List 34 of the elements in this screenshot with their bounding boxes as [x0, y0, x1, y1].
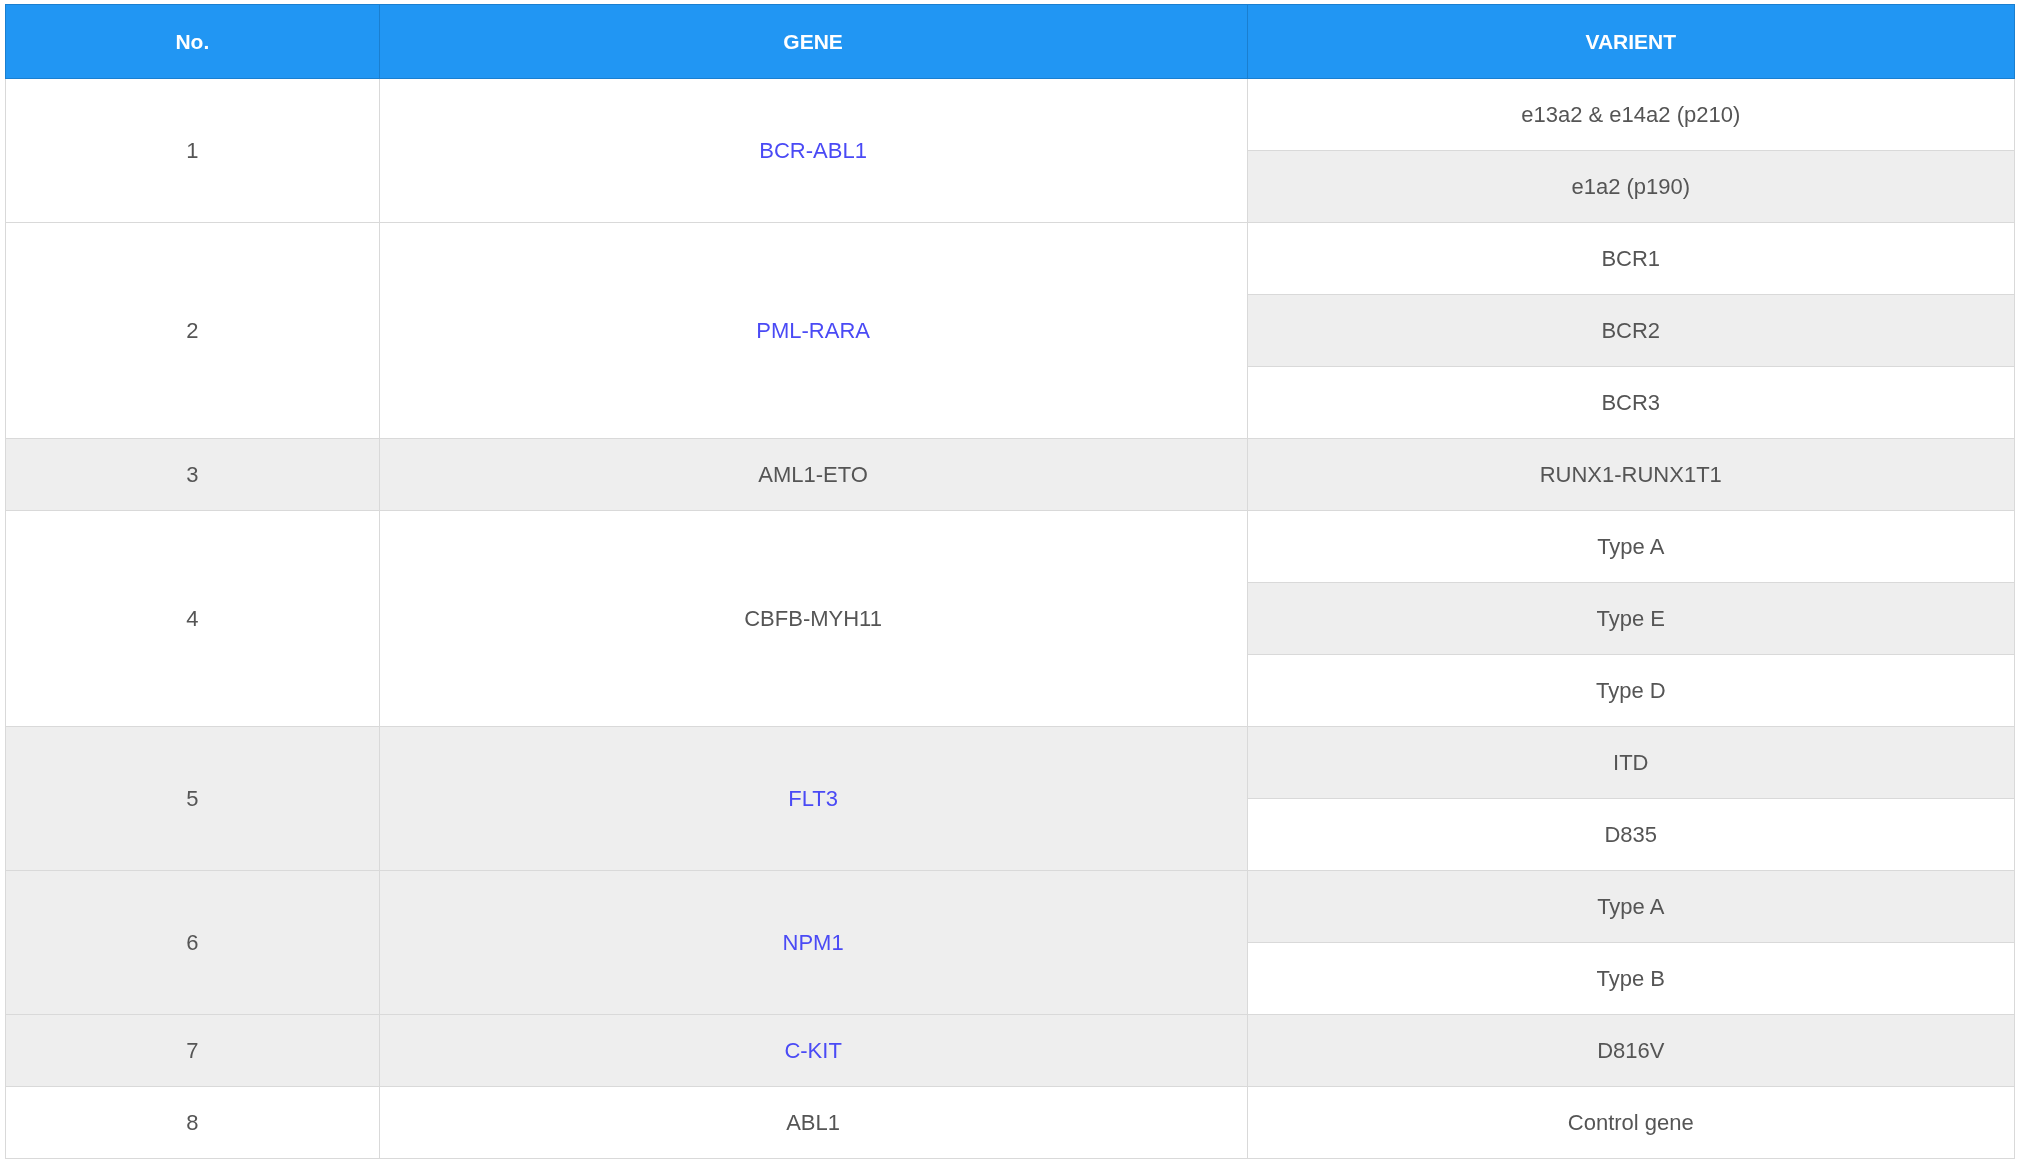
- row-number-cell: 2: [5, 222, 380, 439]
- column-header: No.: [5, 4, 380, 79]
- gene-link[interactable]: BCR-ABL1: [759, 137, 867, 164]
- gene-link[interactable]: NPM1: [782, 929, 844, 956]
- variant-cell: e13a2 & e14a2 (p210): [1247, 78, 2015, 151]
- variant-cell: Control gene: [1247, 1086, 2015, 1159]
- row-number-cell: 5: [5, 726, 380, 871]
- variant-cell: D835: [1247, 798, 2015, 871]
- variant-cell: RUNX1-RUNX1T1: [1247, 438, 2015, 511]
- row-number-cell: 6: [5, 870, 380, 1015]
- variant-cell: ITD: [1247, 726, 2015, 799]
- gene-link[interactable]: C-KIT: [784, 1037, 842, 1064]
- variant-cell: Type B: [1247, 942, 2015, 1015]
- variant-cell: D816V: [1247, 1014, 2015, 1087]
- gene-link[interactable]: FLT3: [788, 785, 838, 812]
- variant-cell: Type A: [1247, 510, 2015, 583]
- gene-cell: ABL1: [379, 1086, 1248, 1159]
- variant-cell: BCR1: [1247, 222, 2015, 295]
- gene-cell: CBFB-MYH11: [379, 510, 1248, 727]
- row-number-cell: 3: [5, 438, 380, 511]
- row-number-cell: 4: [5, 510, 380, 727]
- variant-cell: Type A: [1247, 870, 2015, 943]
- column-header: GENE: [379, 4, 1248, 79]
- row-number-cell: 7: [5, 1014, 380, 1087]
- variant-cell: Type E: [1247, 582, 2015, 655]
- row-number-cell: 8: [5, 1086, 380, 1159]
- variant-cell: Type D: [1247, 654, 2015, 727]
- variant-cell: BCR3: [1247, 366, 2015, 439]
- gene-cell: AML1-ETO: [379, 438, 1248, 511]
- variant-cell: BCR2: [1247, 294, 2015, 367]
- row-number-cell: 1: [5, 78, 380, 223]
- variant-cell: e1a2 (p190): [1247, 150, 2015, 223]
- gene-link[interactable]: PML-RARA: [756, 317, 870, 344]
- column-header: VARIENT: [1247, 4, 2015, 79]
